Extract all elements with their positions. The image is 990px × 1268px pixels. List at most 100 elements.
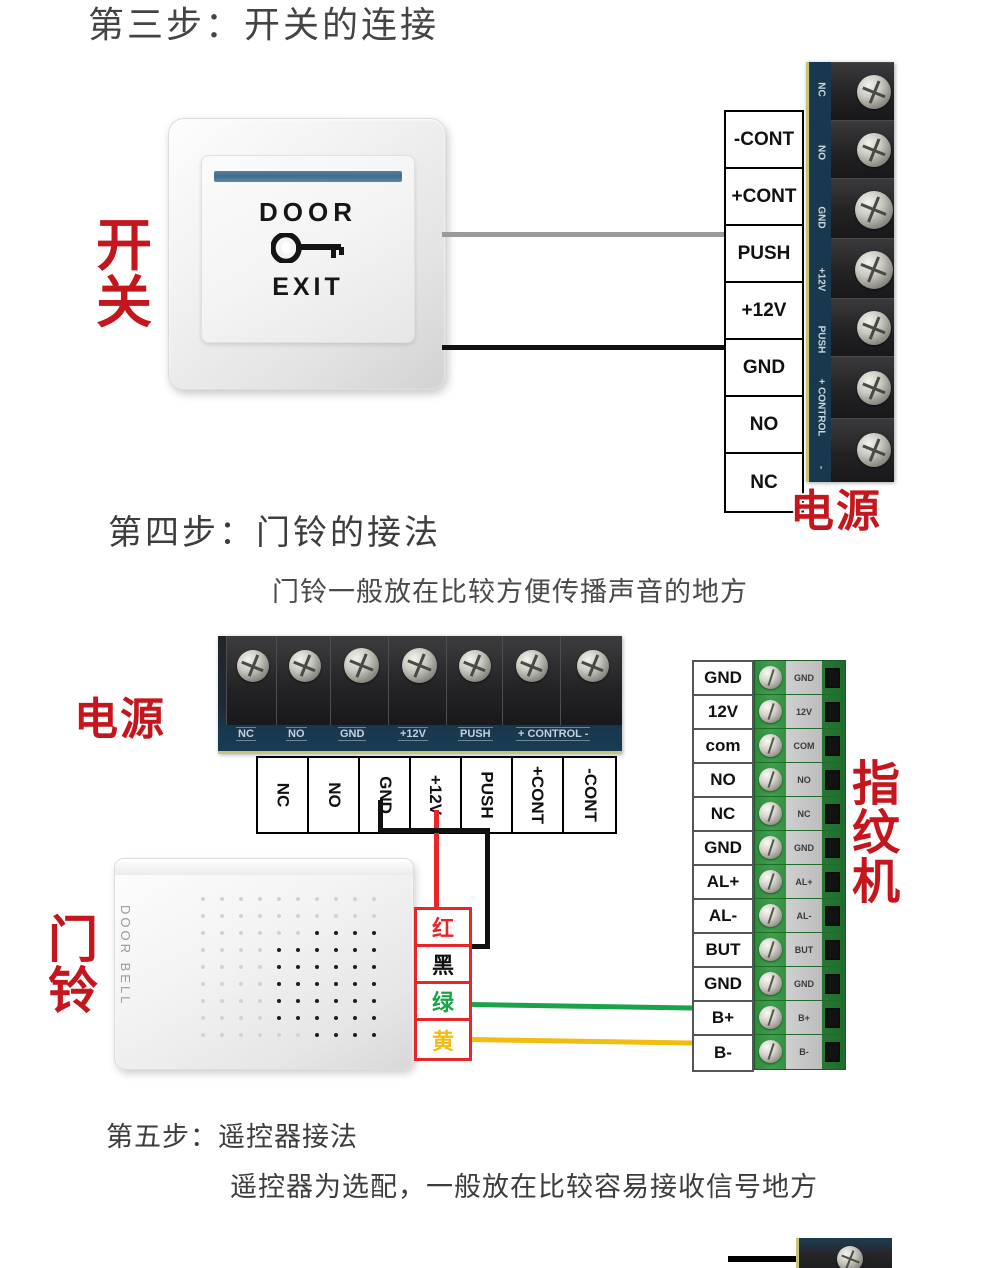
grille-dot bbox=[277, 1016, 281, 1020]
wire-slot bbox=[825, 804, 840, 824]
grille-dot bbox=[296, 948, 300, 952]
fp-silk-text: GND bbox=[786, 661, 822, 694]
grille-dot bbox=[239, 965, 243, 969]
doorbell-unit: DOOR BELL bbox=[114, 858, 414, 1070]
door-exit-switch[interactable]: DOOR EXIT bbox=[168, 118, 446, 390]
grille-dot bbox=[277, 914, 281, 918]
wire-slot bbox=[825, 974, 840, 994]
bottom-pcb-partial bbox=[796, 1238, 892, 1268]
grille-dot bbox=[372, 999, 376, 1003]
silk-text: NC bbox=[815, 82, 827, 97]
fp-label: AL+ bbox=[694, 866, 752, 900]
grille-dot bbox=[201, 965, 205, 969]
wire-label-green: 绿 bbox=[417, 984, 469, 1021]
grille-dot bbox=[372, 931, 376, 935]
wire-black-down bbox=[485, 828, 490, 948]
wire-slot bbox=[825, 702, 840, 722]
step5-subtitle: 遥控器为选配，一般放在比较容易接收信号地方 bbox=[230, 1172, 818, 1203]
grille-dot bbox=[277, 897, 281, 901]
silk-text: GND bbox=[815, 206, 827, 229]
wire-slot bbox=[825, 872, 840, 892]
pcb-silkscreen: NC NO GND +12V PUSH + CONTROL - bbox=[811, 62, 831, 482]
grille-dot bbox=[353, 982, 357, 986]
fp-label: GND bbox=[694, 968, 752, 1002]
screw-icon bbox=[759, 700, 782, 723]
silk-text: PUSH bbox=[815, 325, 827, 354]
screw-icon bbox=[759, 768, 782, 791]
grille-dot bbox=[239, 999, 243, 1003]
terminal-label: GND bbox=[726, 340, 802, 397]
screw-icon bbox=[759, 972, 782, 995]
speaker-grille bbox=[201, 897, 387, 1047]
fp-label: com bbox=[694, 730, 752, 764]
wire-slot bbox=[825, 906, 840, 926]
grille-dot bbox=[258, 1033, 262, 1037]
grille-dot bbox=[372, 914, 376, 918]
wire-label-yellow: 黄 bbox=[431, 1029, 454, 1055]
grille-dot bbox=[334, 931, 338, 935]
grille-dot bbox=[201, 982, 205, 986]
fp-label: GND bbox=[694, 662, 752, 696]
pcb-silkscreen: NC NO GND +12V PUSH + CONTROL - bbox=[218, 727, 622, 749]
wire-slot bbox=[825, 1042, 840, 1062]
wire-yellow bbox=[469, 1037, 693, 1046]
bottom-wire bbox=[728, 1256, 802, 1262]
screw-icon bbox=[759, 734, 782, 757]
silk-text: NO bbox=[286, 727, 307, 741]
fp-silk-text: BUT bbox=[786, 933, 822, 966]
grille-dot bbox=[201, 1033, 205, 1037]
grille-dot bbox=[239, 948, 243, 952]
grille-dot bbox=[239, 931, 243, 935]
fp-silk-text: B- bbox=[786, 1035, 822, 1069]
grille-dot bbox=[277, 948, 281, 952]
wire-slot bbox=[825, 838, 840, 858]
wire-gnd bbox=[442, 345, 730, 350]
terminal-label: PUSH bbox=[726, 226, 802, 283]
silk-text: NC bbox=[236, 727, 256, 741]
grille-dot bbox=[353, 931, 357, 935]
grille-dot bbox=[315, 897, 319, 901]
wire-slot bbox=[825, 736, 840, 756]
terminal-label: NO bbox=[726, 397, 802, 454]
grille-dot bbox=[258, 897, 262, 901]
grille-dot bbox=[296, 1033, 300, 1037]
grille-dot bbox=[353, 965, 357, 969]
wire-slot bbox=[825, 668, 840, 688]
screw-icon bbox=[759, 904, 782, 927]
fp-label: BUT bbox=[694, 934, 752, 968]
grille-dot bbox=[220, 965, 224, 969]
grille-dot bbox=[315, 965, 319, 969]
grille-dot bbox=[315, 948, 319, 952]
step5-heading: 第五步：遥控器接法 bbox=[106, 1122, 358, 1153]
screw-icon bbox=[759, 836, 782, 859]
wire-green bbox=[469, 1002, 693, 1011]
fp-silk-text: AL+ bbox=[786, 865, 822, 898]
screw-icon bbox=[759, 870, 782, 893]
terminal-label: PUSH bbox=[462, 758, 513, 832]
fp-label: NC bbox=[694, 798, 752, 832]
doorbell-wire-labels: 红 黑 绿 黄 bbox=[414, 907, 472, 1061]
grille-dot bbox=[334, 1033, 338, 1037]
fp-connector-row: GND bbox=[755, 661, 845, 695]
switch-faceplate: DOOR EXIT bbox=[201, 155, 415, 343]
fp-connector-row: AL+ bbox=[755, 865, 845, 899]
step3-heading: 第三步：开关的连接 bbox=[88, 5, 440, 46]
grille-dot bbox=[258, 999, 262, 1003]
terminal-label: +CONT bbox=[513, 758, 564, 832]
grille-dot bbox=[315, 931, 319, 935]
fp-connector-row: BUT bbox=[755, 933, 845, 967]
grille-dot bbox=[334, 965, 338, 969]
callout-switch: 开 关 bbox=[96, 214, 152, 337]
fp-connector-row: B+ bbox=[755, 1001, 845, 1035]
grille-dot bbox=[372, 1016, 376, 1020]
grille-dot bbox=[220, 999, 224, 1003]
grille-dot bbox=[372, 948, 376, 952]
fp-label: B- bbox=[714, 1043, 732, 1062]
grille-dot bbox=[258, 965, 262, 969]
grille-dot bbox=[239, 897, 243, 901]
grille-dot bbox=[315, 914, 319, 918]
screw-icon bbox=[759, 938, 782, 961]
silk-text: GND bbox=[338, 727, 367, 741]
terminal-label: NC bbox=[258, 758, 309, 832]
led-indicator bbox=[214, 171, 402, 182]
